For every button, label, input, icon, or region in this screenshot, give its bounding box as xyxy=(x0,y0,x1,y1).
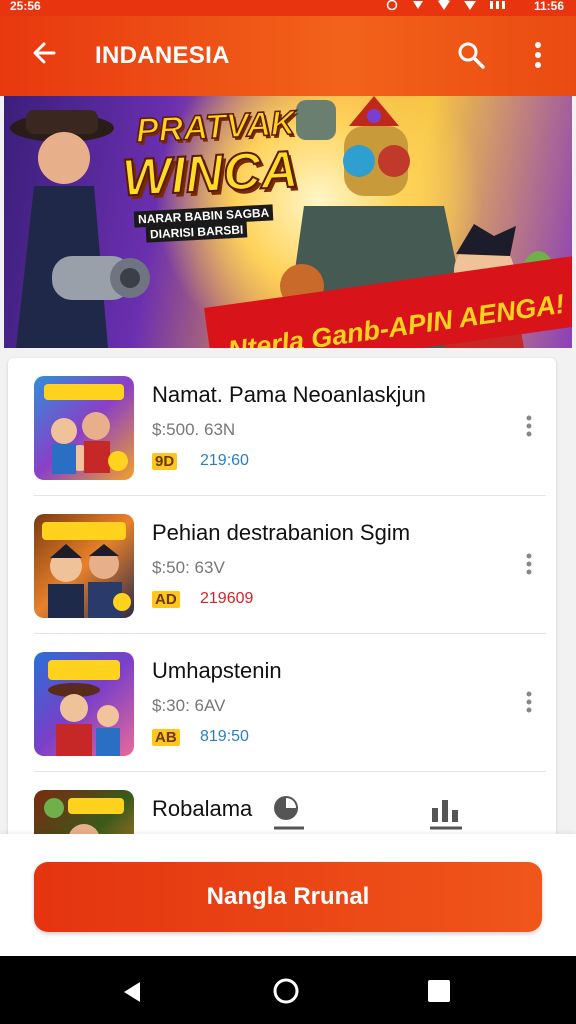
wifi-icon xyxy=(438,0,450,15)
game-thumbnail xyxy=(34,790,134,834)
status-icons xyxy=(386,0,510,15)
status-bar: 25:56 11:56 xyxy=(0,0,576,16)
more-vert-icon xyxy=(526,553,532,575)
status-time-left: 25:56 xyxy=(10,0,41,13)
list-item[interactable]: Robalama xyxy=(8,772,556,834)
game-thumbnail xyxy=(34,514,134,618)
game-count: 219609 xyxy=(200,590,254,607)
game-thumbnail xyxy=(34,652,134,756)
game-list: Namat. Pama Neoanlaskjun $:500. 63N 9D 2… xyxy=(8,358,556,834)
battery-icon xyxy=(490,0,510,15)
clock-icon xyxy=(272,794,308,834)
back-button[interactable] xyxy=(30,38,60,68)
status-time-right: 11:56 xyxy=(533,0,564,13)
game-badge: AD xyxy=(152,591,180,608)
list-item[interactable]: Namat. Pama Neoanlaskjun $:500. 63N 9D 2… xyxy=(8,358,556,496)
chart-icon xyxy=(428,794,464,834)
item-menu-button[interactable] xyxy=(522,690,536,714)
game-count: 219:60 xyxy=(200,452,249,469)
more-vert-icon xyxy=(535,42,541,68)
signal-icon xyxy=(464,0,476,15)
game-badge: AB xyxy=(152,729,180,746)
nav-home-button[interactable] xyxy=(273,978,299,1004)
search-button[interactable] xyxy=(456,40,486,70)
game-name: Namat. Pama Neoanlaskjun xyxy=(152,382,426,407)
app-bar: INDANESIA xyxy=(0,16,576,96)
promo-banner[interactable]: PRATVAK WINCA NARAR BABIN SAGBA DIARISI … xyxy=(4,96,572,348)
list-item[interactable]: Umhapstenin $:30: 6AV AB 819:50 xyxy=(8,634,556,772)
search-icon xyxy=(458,42,485,69)
game-price: $:30: 6AV xyxy=(152,696,226,715)
game-name: Robalama xyxy=(152,796,253,821)
item-menu-button[interactable] xyxy=(522,414,536,438)
list-item[interactable]: Pehian destrabanion Sgim $:50: 63V AD 21… xyxy=(8,496,556,634)
more-options-button[interactable] xyxy=(526,40,550,70)
arrow-left-icon xyxy=(33,42,56,64)
page-title: INDANESIA xyxy=(95,42,230,69)
nav-back-button[interactable] xyxy=(120,980,144,1004)
banner-title-line2: WINCA xyxy=(120,139,301,208)
item-menu-button[interactable] xyxy=(522,552,536,576)
game-price: $:500. 63N xyxy=(152,420,236,439)
game-name: Umhapstenin xyxy=(152,658,282,683)
triangle-back-icon xyxy=(124,982,140,1002)
system-nav-bar xyxy=(0,956,576,1024)
game-badge: 9D xyxy=(152,453,178,470)
game-name: Pehian destrabanion Sgim xyxy=(152,520,411,545)
alarm-icon xyxy=(386,0,398,15)
primary-action-button[interactable]: Nangla Rrunal xyxy=(34,862,542,932)
more-vert-icon xyxy=(526,691,532,713)
cast-icon xyxy=(412,0,424,15)
game-thumbnail xyxy=(34,376,134,480)
bottom-panel: Nangla Rrunal xyxy=(0,834,576,956)
game-price: $:50: 63V xyxy=(152,558,225,577)
circle-home-icon xyxy=(273,978,299,1004)
more-vert-icon xyxy=(526,415,532,437)
nav-recents-button[interactable] xyxy=(428,980,450,1002)
game-count: 819:50 xyxy=(200,728,249,745)
